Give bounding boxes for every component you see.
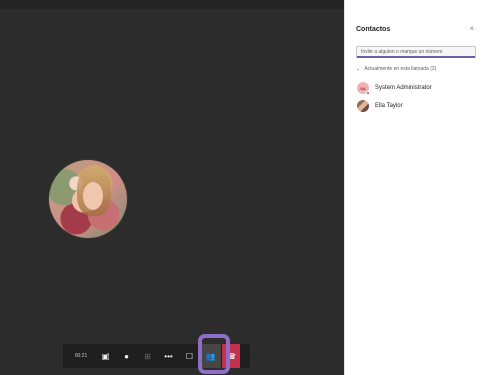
share-screen-icon: ⊞ [144,351,151,361]
call-duration: 00:21 [74,353,88,359]
participant-row[interactable]: Ella Taylor [357,99,475,113]
share-screen-button[interactable]: ⊞ [137,344,158,368]
panel-title: Contactos [356,26,391,33]
top-window-bar [0,0,344,9]
microphone-icon: ● [124,351,129,361]
participant-name: Ella Taylor [375,103,403,109]
avatar-initials: SA [360,85,366,91]
camera-toggle-button[interactable]: ▣̸ [95,344,116,368]
call-stage: 00:21 ▣̸ ● ⊞ ••• ☐ 👥 ☎ [0,0,344,375]
more-options-button[interactable]: ••• [158,344,179,368]
chevron-down-icon: ⌄ [356,66,361,72]
avatar: SA [357,82,370,95]
invite-search-input[interactable]: Invite a alguien o marque un número [356,46,476,58]
current-call-section[interactable]: ⌄ Actualmente en esta llamada (2) [356,66,436,72]
presence-icon [366,91,370,95]
current-call-label: Actualmente en esta llamada (2) [364,66,437,72]
search-placeholder: Invite a alguien o marque un número [361,49,443,55]
participant-face [83,182,103,210]
participants-highlight [198,334,230,374]
camera-off-icon: ▣̸ [101,351,110,361]
more-options-icon: ••• [164,351,173,361]
contacts-panel: Contactos × Invite a alguien o marque un… [344,0,482,375]
close-icon[interactable]: × [469,24,474,33]
participant-video [49,160,127,238]
avatar [357,100,369,112]
participant-row[interactable]: SA System Administrator [357,81,475,95]
chat-button[interactable]: ☐ [179,344,200,368]
microphone-button[interactable]: ● [116,344,137,368]
participant-name: System Administrator [375,85,432,91]
chat-icon: ☐ [185,351,194,361]
